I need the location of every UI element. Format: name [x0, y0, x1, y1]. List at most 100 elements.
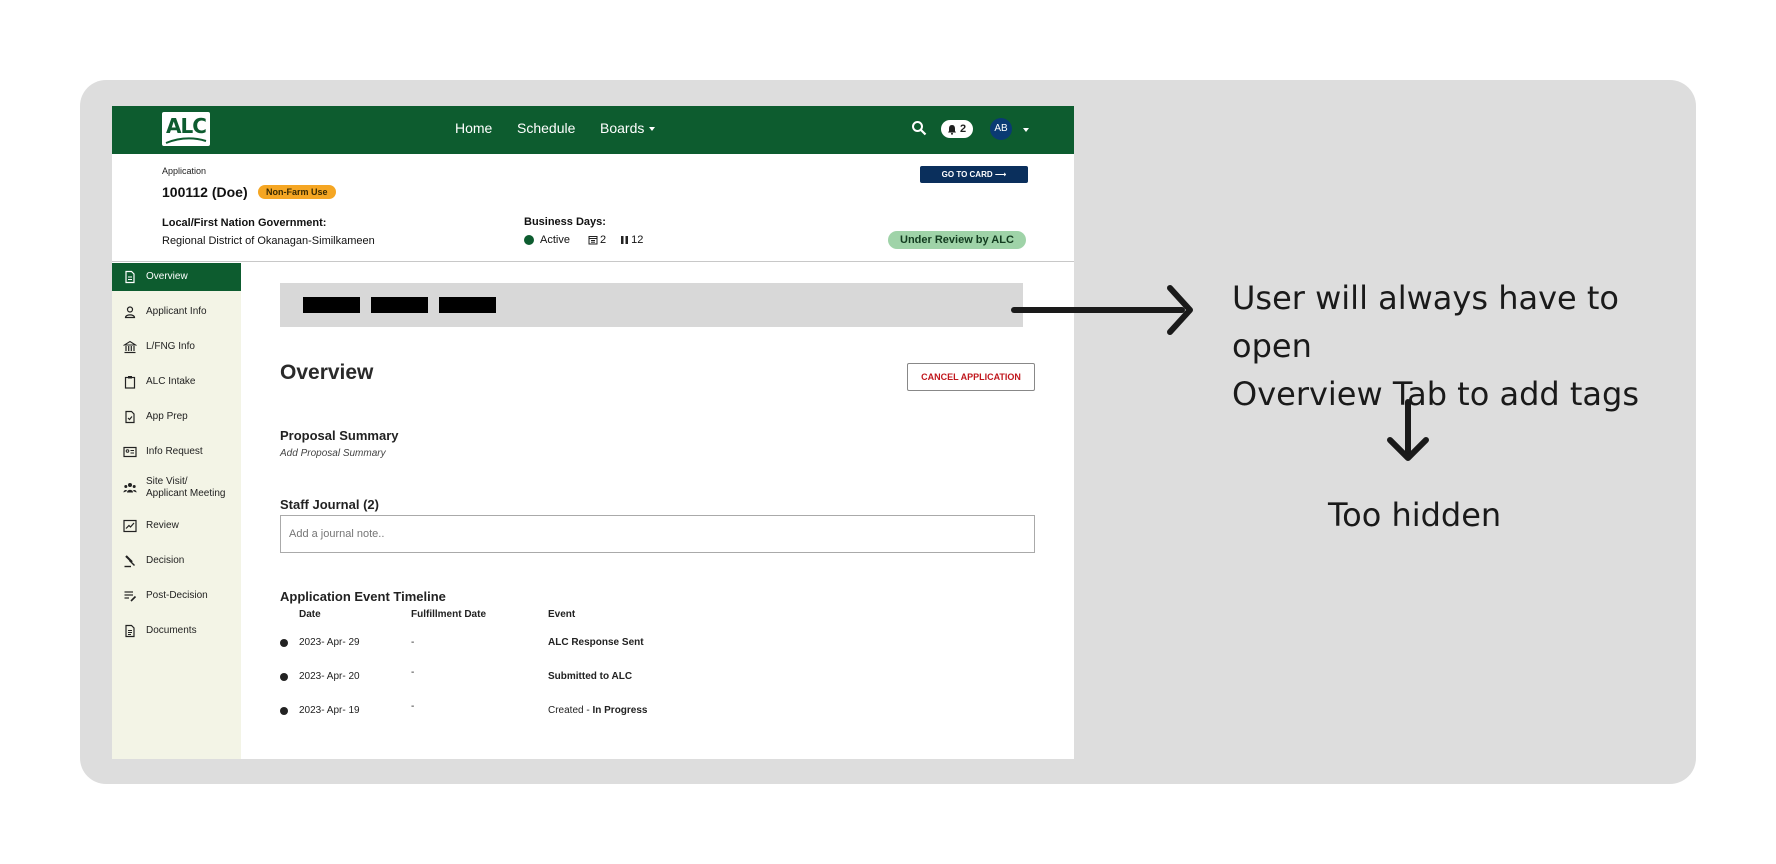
timeline-date: 2023- Apr- 20 — [299, 671, 360, 682]
clipboard-icon — [124, 376, 136, 389]
go-to-card-button[interactable]: GO TO CARD ⟶ — [920, 166, 1028, 183]
sidebar-item-label-line2: Applicant Meeting — [146, 488, 226, 499]
sidebar-item-site-visit[interactable]: Site Visit/Applicant Meeting — [112, 473, 241, 503]
annotation-arrow-down-icon — [1387, 399, 1429, 461]
id-card-icon — [123, 446, 137, 458]
timeline-fulfillment: - — [411, 667, 415, 678]
sidebar-item-label: L/FNG Info — [146, 341, 195, 352]
sidebar-item-label: Decision — [146, 555, 185, 566]
pause-icon — [621, 236, 629, 244]
chevron-down-icon — [649, 127, 656, 132]
avatar[interactable]: AB — [990, 118, 1012, 140]
redacted-tag[interactable] — [439, 297, 496, 313]
sidebar-item-label-line1: Site Visit/ — [146, 476, 188, 487]
sidebar-item-label: Review — [146, 520, 179, 531]
timeline-event: Created - In Progress — [548, 705, 648, 716]
sidebar-item-alc-intake[interactable]: ALC Intake — [112, 368, 241, 396]
application-header: Application 100112 (Doe) Non-Farm Use GO… — [112, 154, 1074, 262]
active-status-dot — [524, 235, 534, 245]
timeline-title: Application Event Timeline — [280, 589, 446, 604]
proposal-summary-title: Proposal Summary — [280, 428, 399, 443]
sidebar-item-applicant-info[interactable]: Applicant Info — [112, 298, 241, 326]
search-icon[interactable] — [911, 120, 927, 136]
status-badge: Under Review by ALC — [888, 231, 1026, 249]
calendar-icon — [588, 236, 598, 245]
redacted-tag[interactable] — [303, 297, 360, 313]
page-title: 100112 (Doe) — [162, 184, 248, 200]
file-check-icon — [125, 410, 135, 424]
file-icon — [125, 270, 135, 284]
sidebar-item-decision[interactable]: Decision — [112, 547, 241, 575]
timeline-event-name: ALC Response Sent — [548, 637, 644, 648]
nav-boards-menu[interactable]: Boards — [600, 120, 656, 136]
logo-swoosh-icon — [165, 137, 207, 144]
sidebar-item-label: ALC Intake — [146, 376, 196, 387]
top-navbar: ALC Home Schedule Boards 2 AB — [112, 106, 1074, 154]
nav-schedule-link[interactable]: Schedule — [517, 120, 575, 136]
timeline-event: ALC Response Sent — [548, 637, 644, 648]
staff-journal-title: Staff Journal (2) — [280, 497, 379, 512]
paused-days-count: 12 — [631, 234, 644, 246]
timeline-dot — [280, 707, 288, 715]
sidebar-item-label: Documents — [146, 625, 197, 636]
alc-logo[interactable]: ALC — [162, 112, 210, 146]
sidebar-item-app-prep[interactable]: App Prep — [112, 403, 241, 431]
notifications-button[interactable]: 2 — [941, 120, 973, 138]
journal-note-input[interactable] — [280, 515, 1035, 553]
sidebar-item-overview[interactable]: Overview — [112, 263, 241, 291]
main-content: Overview CANCEL APPLICATION Proposal Sum… — [241, 263, 1074, 759]
redacted-tag[interactable] — [371, 297, 428, 313]
signature-icon — [123, 519, 137, 533]
annotation-note: User will always have to open Overview T… — [1232, 274, 1682, 418]
business-days-label: Business Days: — [524, 216, 606, 228]
sidebar-item-info-request[interactable]: Info Request — [112, 438, 241, 466]
overview-title: Overview — [280, 361, 374, 384]
sidebar-item-lfng-info[interactable]: L/FNG Info — [112, 333, 241, 361]
government-value: Regional District of Okanagan-Similkamee… — [162, 235, 375, 247]
gavel-icon — [124, 555, 135, 568]
timeline-date: 2023- Apr- 19 — [299, 705, 360, 716]
document-icon — [125, 624, 135, 638]
active-status-text: Active — [540, 234, 570, 246]
sidebar-item-label: Site Visit/Applicant Meeting — [146, 476, 226, 500]
person-icon — [124, 306, 136, 319]
bell-icon — [948, 125, 956, 135]
annotation-line2: Overview Tab to add tags — [1232, 375, 1640, 413]
timeline-header-fulfillment: Fulfillment Date — [411, 609, 487, 620]
sidebar-item-label: Post-Decision — [146, 590, 208, 601]
bank-icon — [123, 340, 137, 354]
application-type-badge: Non-Farm Use — [258, 185, 336, 199]
header-type-label: Application — [162, 166, 207, 176]
timeline-dot — [280, 639, 288, 647]
timeline-dot — [280, 673, 288, 681]
proposal-summary-placeholder[interactable]: Add Proposal Summary — [280, 448, 386, 459]
sidebar-item-label: Info Request — [146, 446, 203, 457]
app-window: ALC Home Schedule Boards 2 AB Applicatio… — [112, 106, 1074, 759]
annotation-line1: User will always have to open — [1232, 279, 1619, 365]
sidebar-item-review[interactable]: Review — [112, 512, 241, 540]
annotation-conclusion: Too hidden — [1328, 496, 1502, 534]
avatar-chevron-down-icon[interactable] — [1023, 128, 1029, 132]
timeline-header-event: Event — [548, 609, 576, 620]
logo-text: ALC — [166, 114, 207, 138]
sidebar-item-label: App Prep — [146, 411, 188, 422]
sidebar-item-label: Overview — [146, 271, 188, 282]
group-icon — [123, 483, 137, 493]
annotation-arrow-right-icon — [1011, 285, 1193, 335]
timeline-event-name: Submitted to ALC — [548, 671, 633, 682]
sidebar-item-documents[interactable]: Documents — [112, 617, 241, 645]
calendar-days-count: 2 — [599, 234, 607, 246]
tags-bar[interactable] — [280, 283, 1023, 327]
notification-count: 2 — [960, 123, 967, 135]
sidebar: Overview Applicant Info L/FNG Info ALC I… — [112, 263, 241, 759]
timeline-fulfillment: - — [411, 637, 415, 648]
timeline-date: 2023- Apr- 29 — [299, 637, 360, 648]
timeline-event-name: In Progress — [592, 705, 648, 716]
nav-home-link[interactable]: Home — [455, 120, 492, 136]
sidebar-item-label: Applicant Info — [146, 306, 207, 317]
government-label: Local/First Nation Government: — [162, 217, 327, 229]
business-days-row: Active 2 12 — [524, 234, 643, 246]
sidebar-item-post-decision[interactable]: Post-Decision — [112, 582, 241, 610]
edit-list-icon — [124, 591, 137, 602]
cancel-application-button[interactable]: CANCEL APPLICATION — [907, 363, 1035, 391]
